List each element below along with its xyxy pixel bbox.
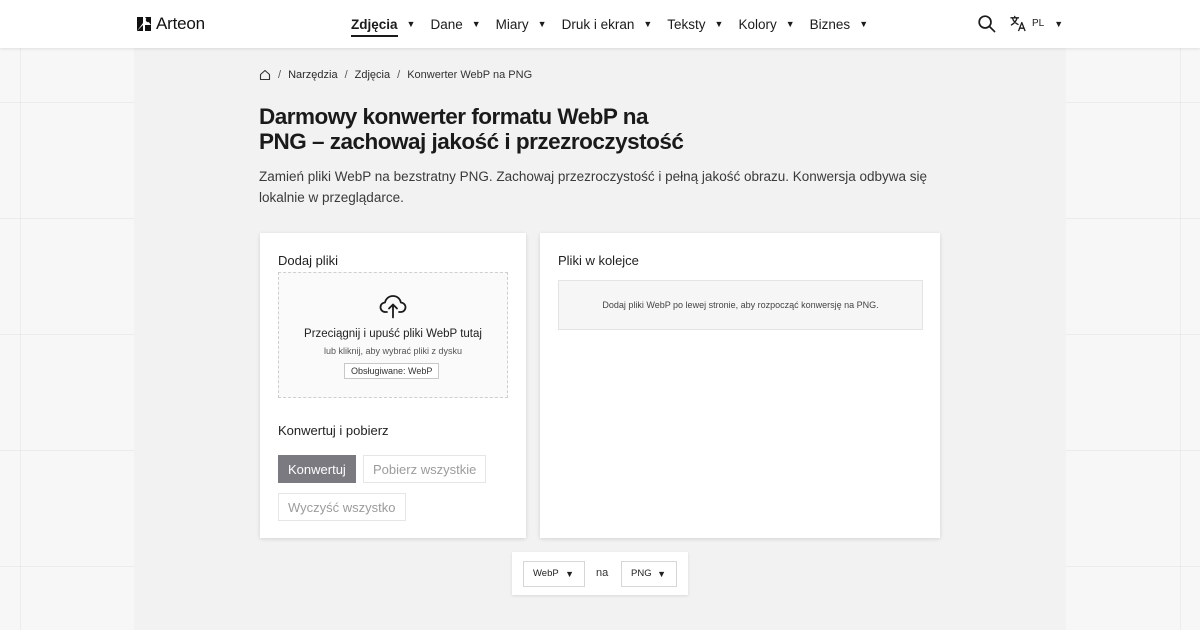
chevron-down-icon: ▼ — [643, 19, 653, 29]
breadcrumb-separator: / — [278, 69, 282, 81]
chevron-down-icon: ▼ — [471, 19, 481, 29]
target-format-value: PNG — [631, 568, 652, 579]
source-format-select[interactable]: WebP ▼ — [523, 561, 585, 587]
chevron-down-icon: ▼ — [537, 19, 547, 29]
chevron-down-icon: ▼ — [714, 19, 724, 29]
dropzone-subtitle: lub kliknij, aby wybrać pliki z dysku — [323, 346, 463, 356]
language-code: PL — [1032, 18, 1045, 29]
page-title-line-1: Darmowy konwerter formatu WebP na — [259, 104, 649, 129]
cloud-upload-icon — [379, 295, 407, 319]
nav-item-dane[interactable]: Dane ▼ — [430, 15, 480, 34]
chevron-down-icon: ▼ — [859, 19, 869, 29]
queue-heading: Pliki w kolejce — [558, 253, 639, 268]
nav-item-druk-i-ekran[interactable]: Druk i ekran ▼ — [562, 15, 653, 34]
page-title: Darmowy konwerter formatu WebP na PNG – … — [259, 104, 719, 154]
top-header: Arteon Zdjęcia ▼ Dane ▼ Miary ▼ Druk i e… — [0, 0, 1200, 48]
language-switcher[interactable]: PL ▼ — [1010, 15, 1063, 32]
download-all-button[interactable]: Pobierz wszystkie — [363, 455, 487, 483]
file-dropzone[interactable]: Przeciągnij i upuść pliki WebP tutaj lub… — [278, 272, 508, 398]
chevron-down-icon: ▼ — [1054, 18, 1064, 29]
main-nav: Zdjęcia ▼ Dane ▼ Miary ▼ Druk i ekran ▼ … — [351, 0, 883, 48]
convert-button[interactable]: Konwertuj — [278, 455, 356, 483]
chevron-down-icon: ▼ — [406, 19, 416, 29]
nav-item-zdjecia[interactable]: Zdjęcia ▼ — [351, 15, 416, 37]
format-selector-bar: WebP ▼ na PNG ▼ — [512, 552, 688, 595]
chevron-down-icon: ▼ — [785, 19, 795, 29]
breadcrumb-link-zdjecia[interactable]: Zdjęcia — [355, 69, 390, 81]
page-description: Zamień pliki WebP na bezstratny PNG. Zac… — [259, 169, 928, 205]
translate-icon — [1010, 15, 1026, 32]
breadcrumb-current: Konwerter WebP na PNG — [407, 69, 533, 81]
nav-item-biznes[interactable]: Biznes ▼ — [810, 15, 868, 34]
breadcrumb-separator: / — [397, 69, 401, 81]
search-icon[interactable] — [977, 14, 996, 33]
dropzone-title: Przeciągnij i upuść pliki WebP tutaj — [304, 328, 482, 340]
nav-item-teksty[interactable]: Teksty ▼ — [667, 15, 723, 34]
home-icon[interactable] — [259, 69, 271, 81]
upload-card: Dodaj pliki Przeciągnij i upuść pliki We… — [260, 233, 526, 538]
nav-item-miary[interactable]: Miary ▼ — [496, 15, 547, 34]
logo-mark-icon — [137, 17, 151, 31]
supported-formats-badge: Obsługiwane: WebP — [344, 363, 440, 379]
breadcrumb-separator: / — [344, 69, 348, 81]
breadcrumb: / Narzędzia / Zdjęcia / Konwerter WebP n… — [259, 69, 532, 81]
target-format-select[interactable]: PNG ▼ — [621, 561, 677, 587]
breadcrumb-link-narzedzia[interactable]: Narzędzia — [288, 69, 338, 81]
chevron-down-icon: ▼ — [657, 569, 666, 579]
nav-item-kolory[interactable]: Kolory ▼ — [738, 15, 794, 34]
main-panel: / Narzędzia / Zdjęcia / Konwerter WebP n… — [134, 48, 1066, 630]
upload-heading: Dodaj pliki — [278, 253, 338, 268]
clear-all-button[interactable]: Wyczyść wszystko — [278, 493, 406, 521]
actions-heading: Konwertuj i pobierz — [278, 423, 389, 438]
source-format-value: WebP — [533, 568, 559, 579]
chevron-down-icon: ▼ — [565, 569, 574, 579]
page-title-line-2: PNG – zachowaj jakość i przezroczystość — [259, 129, 684, 154]
format-to-label: na — [596, 567, 609, 579]
queue-card: Pliki w kolejce Dodaj pliki WebP po lewe… — [540, 233, 940, 538]
brand-name: Arteon — [156, 14, 205, 33]
brand-logo[interactable]: Arteon — [136, 14, 205, 34]
queue-empty-message: Dodaj pliki WebP po lewej stronie, aby r… — [558, 280, 923, 330]
